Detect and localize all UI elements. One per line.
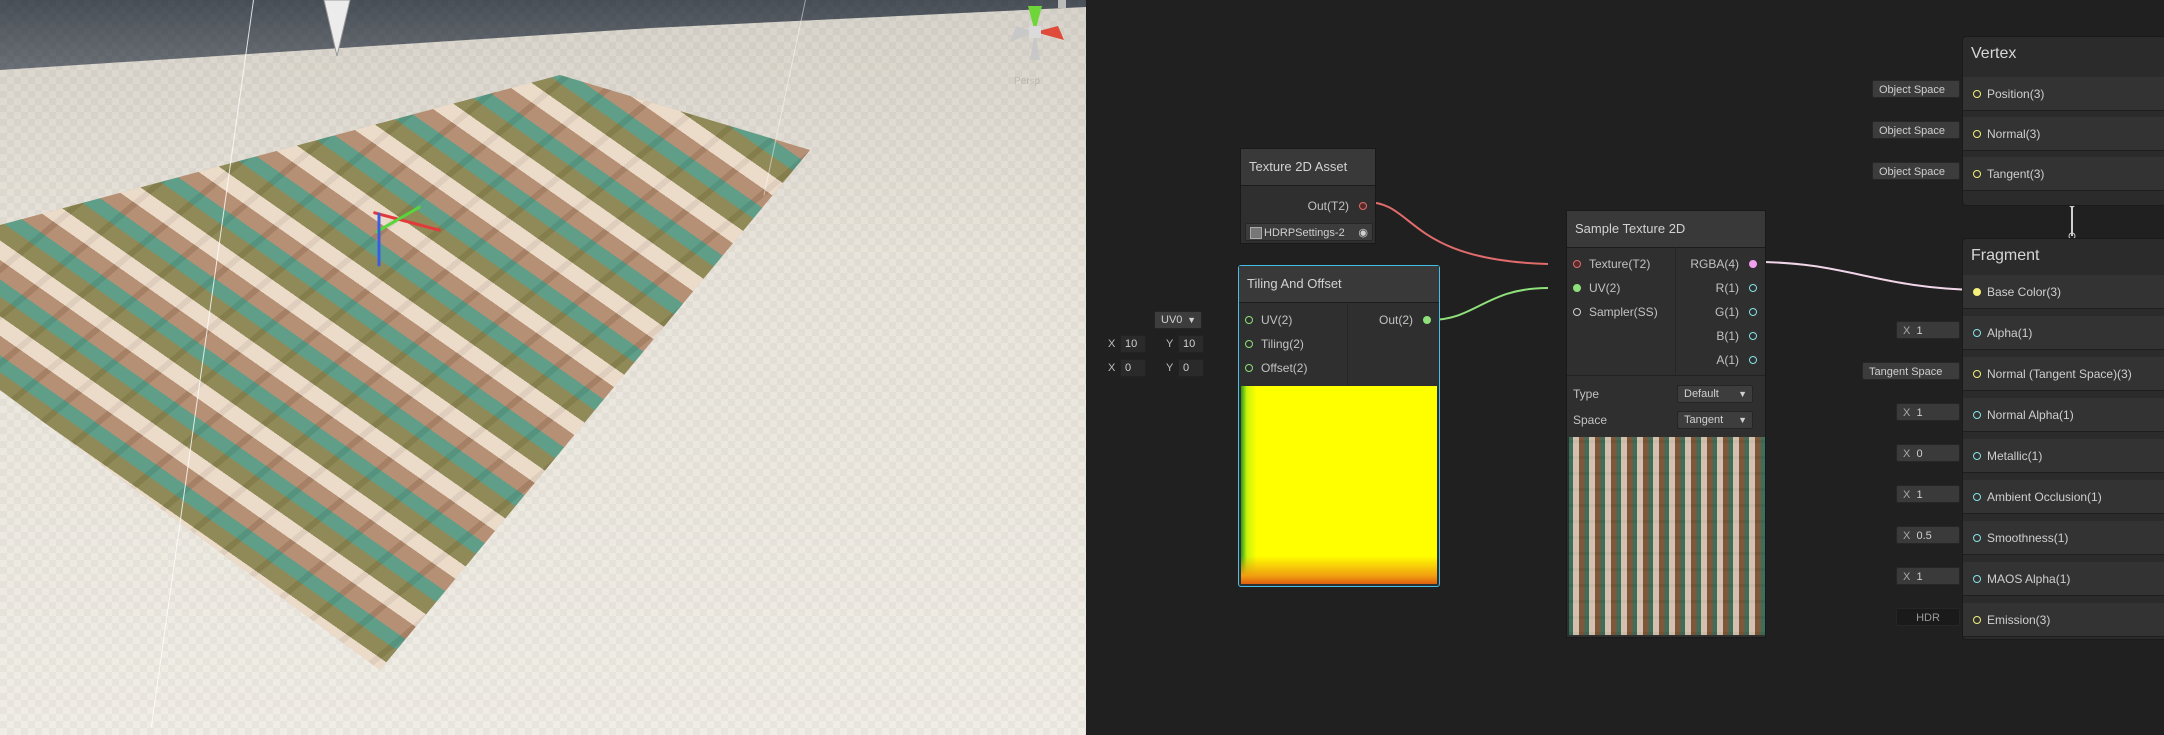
smoothness-block[interactable]: Smoothness(1) — [1963, 521, 2164, 555]
position-space-field[interactable]: Object Space — [1872, 80, 1960, 98]
out-2-port[interactable] — [1423, 316, 1431, 324]
alpha-block[interactable]: Alpha(1) — [1963, 316, 2164, 350]
alpha-field[interactable]: X 1 — [1896, 321, 1960, 339]
offset-x-label: X — [1108, 362, 1116, 374]
a-output-label: A(1) — [1716, 353, 1739, 367]
sampler-input-port[interactable] — [1573, 308, 1581, 316]
tiling-and-offset-node[interactable]: Tiling And Offset UV(2) Tiling(2) Offset… — [1238, 265, 1440, 587]
normal-alpha-block[interactable]: Normal Alpha(1) — [1963, 398, 2164, 432]
uv-input-port[interactable] — [1573, 284, 1581, 292]
preview-image — [1241, 386, 1437, 584]
persp-label: Persp — [1014, 76, 1041, 87]
g-output-port[interactable] — [1749, 308, 1757, 316]
b-output-label: B(1) — [1716, 329, 1739, 343]
offset-input-port[interactable] — [1245, 364, 1253, 372]
tangent-space-field[interactable]: Object Space — [1872, 162, 1960, 180]
rgba-output-label: RGBA(4) — [1690, 257, 1739, 271]
r-output-label: R(1) — [1715, 281, 1739, 295]
vertex-normal-block[interactable]: Normal(3) — [1963, 117, 2164, 151]
texture-input-label: Texture(T2) — [1589, 257, 1651, 271]
texture-thumbnail-icon — [1250, 227, 1262, 239]
uv-input-port[interactable] — [1245, 316, 1253, 324]
tiling-y-field[interactable]: 10 — [1178, 335, 1204, 353]
rgba-output-port[interactable] — [1749, 260, 1757, 268]
uv-input-label: UV(2) — [1589, 281, 1621, 295]
y-axis-handle[interactable] — [374, 205, 422, 234]
type-label: Type — [1573, 387, 1600, 401]
ambient-occlusion-block[interactable]: Ambient Occlusion(1) — [1963, 480, 2164, 514]
texture-2d-asset-node[interactable]: Texture 2D Asset Out(T2) HDRPSettings-2 … — [1240, 148, 1376, 244]
emission-hdr-color-field[interactable]: HDR — [1896, 608, 1960, 626]
normal-tangent-block[interactable]: Normal (Tangent Space)(3) — [1963, 357, 2164, 391]
uv-channel-dropdown[interactable]: UV0 ▼ — [1154, 311, 1202, 329]
scene-orientation-gizmo-icon[interactable] — [1000, 2, 1070, 64]
tiling-x-field[interactable]: 10 — [1120, 335, 1146, 353]
texture-asset-field[interactable]: HDRPSettings-2 ◉ — [1245, 223, 1373, 241]
move-tool-gizmo[interactable] — [360, 190, 460, 290]
tiling-input-port[interactable] — [1245, 340, 1253, 348]
normal-alpha-field[interactable]: X 1 — [1896, 403, 1960, 421]
a-output-port[interactable] — [1749, 356, 1757, 364]
texture-input-port[interactable] — [1573, 260, 1581, 268]
asset-name: HDRPSettings-2 — [1264, 227, 1345, 239]
out-2-label: Out(2) — [1378, 313, 1413, 327]
tiling-input-label: Tiling(2) — [1261, 337, 1304, 351]
uv-input-label: UV(2) — [1261, 313, 1293, 327]
space-label: Space — [1573, 413, 1608, 427]
normal-space-field[interactable]: Tangent Space — [1862, 362, 1960, 380]
node-title: Sample Texture 2D — [1567, 211, 1765, 248]
out-t2-port[interactable] — [1359, 202, 1367, 210]
offset-y-label: Y — [1166, 362, 1174, 374]
vertex-title: Vertex — [1971, 45, 2017, 62]
offset-input-label: Offset(2) — [1261, 361, 1308, 375]
base-color-block[interactable]: Base Color(3) — [1963, 275, 2164, 309]
scene-menu-icon[interactable] — [1058, 0, 1066, 8]
metallic-block[interactable]: Metallic(1) — [1963, 439, 2164, 473]
g-output-label: G(1) — [1715, 305, 1739, 319]
offset-x-field[interactable]: 0 — [1120, 359, 1146, 377]
tiling-x-label: X — [1108, 338, 1116, 350]
type-dropdown[interactable]: Default ▼ — [1677, 385, 1753, 403]
vertex-context-stack[interactable]: Vertex Position(3) Normal(3) Tangent(3) — [1962, 36, 2164, 206]
smoothness-field[interactable]: X 0.5 — [1896, 526, 1960, 544]
offset-y-field[interactable]: 0 — [1178, 359, 1204, 377]
emission-block[interactable]: Emission(3) — [1963, 603, 2164, 637]
maos-alpha-block[interactable]: MAOS Alpha(1) — [1963, 562, 2164, 596]
r-output-port[interactable] — [1749, 284, 1757, 292]
vertex-tangent-block[interactable]: Tangent(3) — [1963, 157, 2164, 191]
sample-texture-2d-node[interactable]: Sample Texture 2D Texture(T2) UV(2) Samp… — [1566, 210, 1766, 638]
space-dropdown[interactable]: Tangent ▼ — [1677, 411, 1753, 429]
metallic-field[interactable]: X 0 — [1896, 444, 1960, 462]
out-t2-label: Out(T2) — [1307, 199, 1349, 213]
z-axis-handle[interactable] — [377, 212, 381, 267]
node-title: Texture 2D Asset — [1241, 149, 1375, 186]
shader-graph-canvas[interactable]: Texture 2D Asset Out(T2) HDRPSettings-2 … — [1086, 0, 2164, 735]
ambient-occlusion-field[interactable]: X 1 — [1896, 485, 1960, 503]
spotlight-gizmo-icon[interactable] — [322, 0, 352, 58]
preview-image — [1569, 437, 1765, 635]
b-output-port[interactable] — [1749, 332, 1757, 340]
fragment-context-stack[interactable]: Fragment Base Color(3) Alpha(1) Normal (… — [1962, 238, 2164, 640]
fragment-title: Fragment — [1971, 247, 2040, 264]
object-picker-icon[interactable]: ◉ — [1358, 224, 1368, 242]
sampler-input-label: Sampler(SS) — [1589, 305, 1658, 319]
normal-space-field[interactable]: Object Space — [1872, 121, 1960, 139]
maos-alpha-field[interactable]: X 1 — [1896, 567, 1960, 585]
tiling-y-label: Y — [1166, 338, 1174, 350]
scene-view[interactable]: Persp — [0, 0, 1086, 735]
vertex-position-block[interactable]: Position(3) — [1963, 77, 2164, 111]
node-title: Tiling And Offset — [1239, 266, 1439, 303]
